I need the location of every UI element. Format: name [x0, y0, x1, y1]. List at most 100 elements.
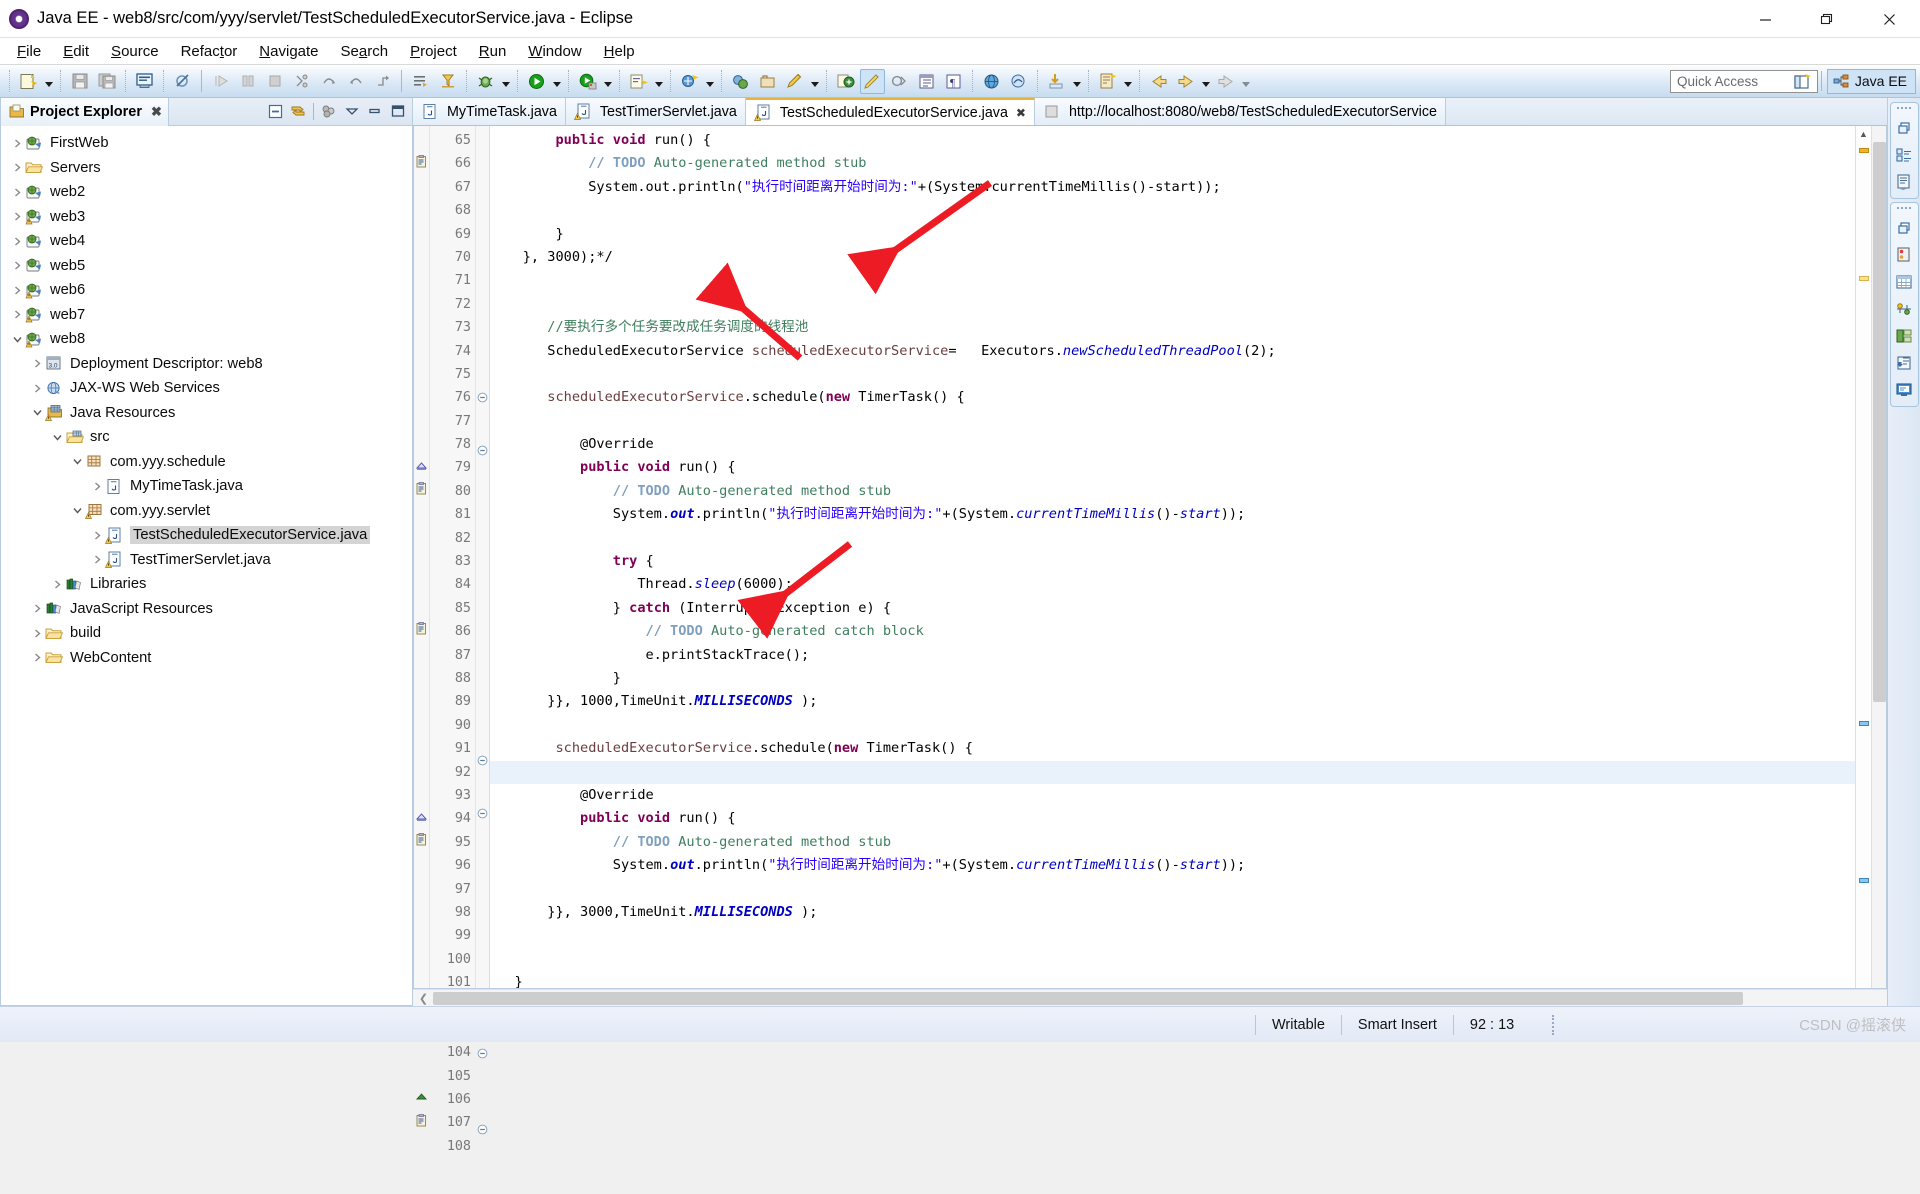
new-xml-icon[interactable]	[1095, 69, 1120, 94]
next-icon[interactable]	[1213, 69, 1238, 94]
save-all-icon[interactable]	[94, 69, 119, 94]
tree-item-web5[interactable]: web5	[1, 254, 412, 279]
editor-vertical-scrollbar[interactable]	[1871, 126, 1886, 988]
suspend-icon[interactable]	[235, 69, 260, 94]
code-line-101[interactable]: }	[490, 971, 1855, 988]
step-filter-icon[interactable]	[370, 69, 395, 94]
chevron-right-icon[interactable]	[9, 211, 25, 222]
toggle-block-selection-icon[interactable]	[408, 69, 433, 94]
code-line-92[interactable]	[490, 761, 1855, 784]
code-line-85[interactable]: } catch (InterruptedException e) {	[490, 597, 1855, 620]
tree-item-web8[interactable]: web8	[1, 327, 412, 352]
fold-collapse-icon[interactable]	[476, 445, 489, 468]
chevron-right-icon[interactable]	[49, 579, 65, 590]
tree-item-src[interactable]: src	[1, 425, 412, 450]
skip-breakpoints-icon[interactable]	[170, 69, 195, 94]
tree-item-firstweb[interactable]: FirstWeb	[1, 131, 412, 156]
code-line-67[interactable]: System.out.println("执行时间距离开始时间为:"+(Syste…	[490, 176, 1855, 199]
minimize-button[interactable]	[1734, 0, 1796, 38]
open-web-browser-icon[interactable]	[1006, 69, 1031, 94]
menu-help[interactable]: Help	[593, 40, 646, 63]
overview-up-icon[interactable]: ▲	[1856, 126, 1871, 141]
tree-item-mytimetask-java[interactable]: MyTimeTask.java	[1, 474, 412, 499]
palette-view-icon[interactable]	[1892, 324, 1916, 348]
forward-dropdown-arrow[interactable]	[1199, 69, 1212, 94]
gutter-marker-override[interactable]	[414, 804, 429, 827]
restore-icon[interactable]	[1892, 116, 1916, 140]
new-dropdown-arrow[interactable]	[42, 69, 55, 94]
fold-collapse-icon[interactable]	[476, 755, 489, 778]
gutter-marker-override-impl[interactable]	[414, 1085, 429, 1108]
chevron-right-icon[interactable]	[9, 285, 25, 296]
chevron-right-icon[interactable]	[9, 162, 25, 173]
open-task-icon[interactable]	[755, 69, 780, 94]
code-line-90[interactable]	[490, 714, 1855, 737]
back-icon[interactable]	[1146, 69, 1171, 94]
menu-refactor[interactable]: Refactor	[170, 40, 249, 63]
code-line-97[interactable]	[490, 878, 1855, 901]
chevron-right-icon[interactable]	[9, 309, 25, 320]
run-dropdown-arrow[interactable]	[550, 69, 563, 94]
code-line-78[interactable]: @Override	[490, 433, 1855, 456]
tree-item-web3[interactable]: web3	[1, 205, 412, 230]
scroll-left-icon[interactable]: ❮	[416, 992, 431, 1005]
perspective-java-ee[interactable]: Java EE	[1827, 69, 1916, 94]
vertical-scroll-thumb[interactable]	[1873, 142, 1886, 702]
gutter-marker-override[interactable]	[414, 453, 429, 476]
debug-dropdown-arrow[interactable]	[499, 69, 512, 94]
code-line-82[interactable]	[490, 527, 1855, 550]
overview-info-mark[interactable]	[1859, 878, 1869, 883]
code-line-94[interactable]: public void run() {	[490, 807, 1855, 830]
outline-view-icon[interactable]	[1892, 143, 1916, 167]
code-line-86[interactable]: // TODO Auto-generated catch block	[490, 620, 1855, 643]
editor-tab-testscheduledexecutorservice-java[interactable]: TestScheduledExecutorService.java✖	[746, 98, 1035, 125]
code-line-79[interactable]: public void run() {	[490, 456, 1855, 479]
chevron-down-icon[interactable]	[49, 432, 65, 443]
tree-item-web2[interactable]: web2	[1, 180, 412, 205]
code-line-73[interactable]: //要执行多个任务要改成任务调度的线程池	[490, 316, 1855, 339]
menu-source[interactable]: Source	[100, 40, 170, 63]
maximize-button[interactable]	[1796, 0, 1858, 38]
code-line-87[interactable]: e.printStackTrace();	[490, 644, 1855, 667]
code-line-98[interactable]: }}, 3000,TimeUnit.MILLISECONDS );	[490, 901, 1855, 924]
save-icon[interactable]	[67, 69, 92, 94]
chevron-right-icon[interactable]	[89, 530, 105, 541]
tree-item-web7[interactable]: web7	[1, 303, 412, 328]
code-line-75[interactable]	[490, 363, 1855, 386]
code-line-91[interactable]: scheduledExecutorService.schedule(new Ti…	[490, 737, 1855, 760]
tab-project-explorer[interactable]: Project Explorer ✖	[1, 98, 169, 126]
editor-marker-gutter[interactable]	[414, 126, 430, 988]
project-tree[interactable]: FirstWeb Servers web2 web3 web4	[1, 126, 412, 1005]
fold-collapse-icon[interactable]	[476, 1124, 489, 1147]
chevron-right-icon[interactable]	[9, 260, 25, 271]
link-with-editor-icon[interactable]	[287, 100, 309, 122]
tree-item-testtimerservlet-java[interactable]: TestTimerServlet.java	[1, 548, 412, 573]
code-line-76[interactable]: scheduledExecutorService.schedule(new Ti…	[490, 386, 1855, 409]
code-line-72[interactable]	[490, 293, 1855, 316]
paragraph-marks-icon[interactable]: ¶	[941, 69, 966, 94]
tree-item-deployment-descriptor-web8[interactable]: 3.0Deployment Descriptor: web8	[1, 352, 412, 377]
data-source-explorer-icon[interactable]	[1892, 270, 1916, 294]
snippets-view-icon[interactable]	[1892, 297, 1916, 321]
code-line-89[interactable]: }}, 1000,TimeUnit.MILLISECONDS );	[490, 690, 1855, 713]
chevron-right-icon[interactable]	[9, 236, 25, 247]
code-line-100[interactable]	[490, 948, 1855, 971]
new-wizard-icon[interactable]	[16, 69, 41, 94]
new-class-dropdown-arrow[interactable]	[652, 69, 665, 94]
close-icon[interactable]: ✖	[1016, 106, 1026, 120]
next-annotation-icon[interactable]	[887, 69, 912, 94]
restore-icon[interactable]	[1892, 216, 1916, 240]
code-line-65[interactable]: public void run() {	[490, 129, 1855, 152]
editor-tab-http-localhost-8080-web8-testscheduledex[interactable]: http://localhost:8080/web8/TestScheduled…	[1035, 98, 1446, 125]
tree-item-web6[interactable]: web6	[1, 278, 412, 303]
tree-item-testscheduledexecutorservice-java[interactable]: TestScheduledExecutorService.java	[1, 523, 412, 548]
fold-collapse-icon[interactable]	[476, 1048, 489, 1071]
gutter-marker-todo[interactable]	[414, 477, 429, 500]
overview-warning-mark[interactable]	[1859, 276, 1869, 281]
view-menu-filter-icon[interactable]	[318, 100, 340, 122]
open-perspective-icon[interactable]	[1790, 68, 1816, 94]
status-resize-handle[interactable]	[1552, 1015, 1556, 1035]
minimize-icon[interactable]	[364, 100, 386, 122]
chevron-down-icon[interactable]	[9, 334, 25, 345]
chevron-right-icon[interactable]	[9, 138, 25, 149]
